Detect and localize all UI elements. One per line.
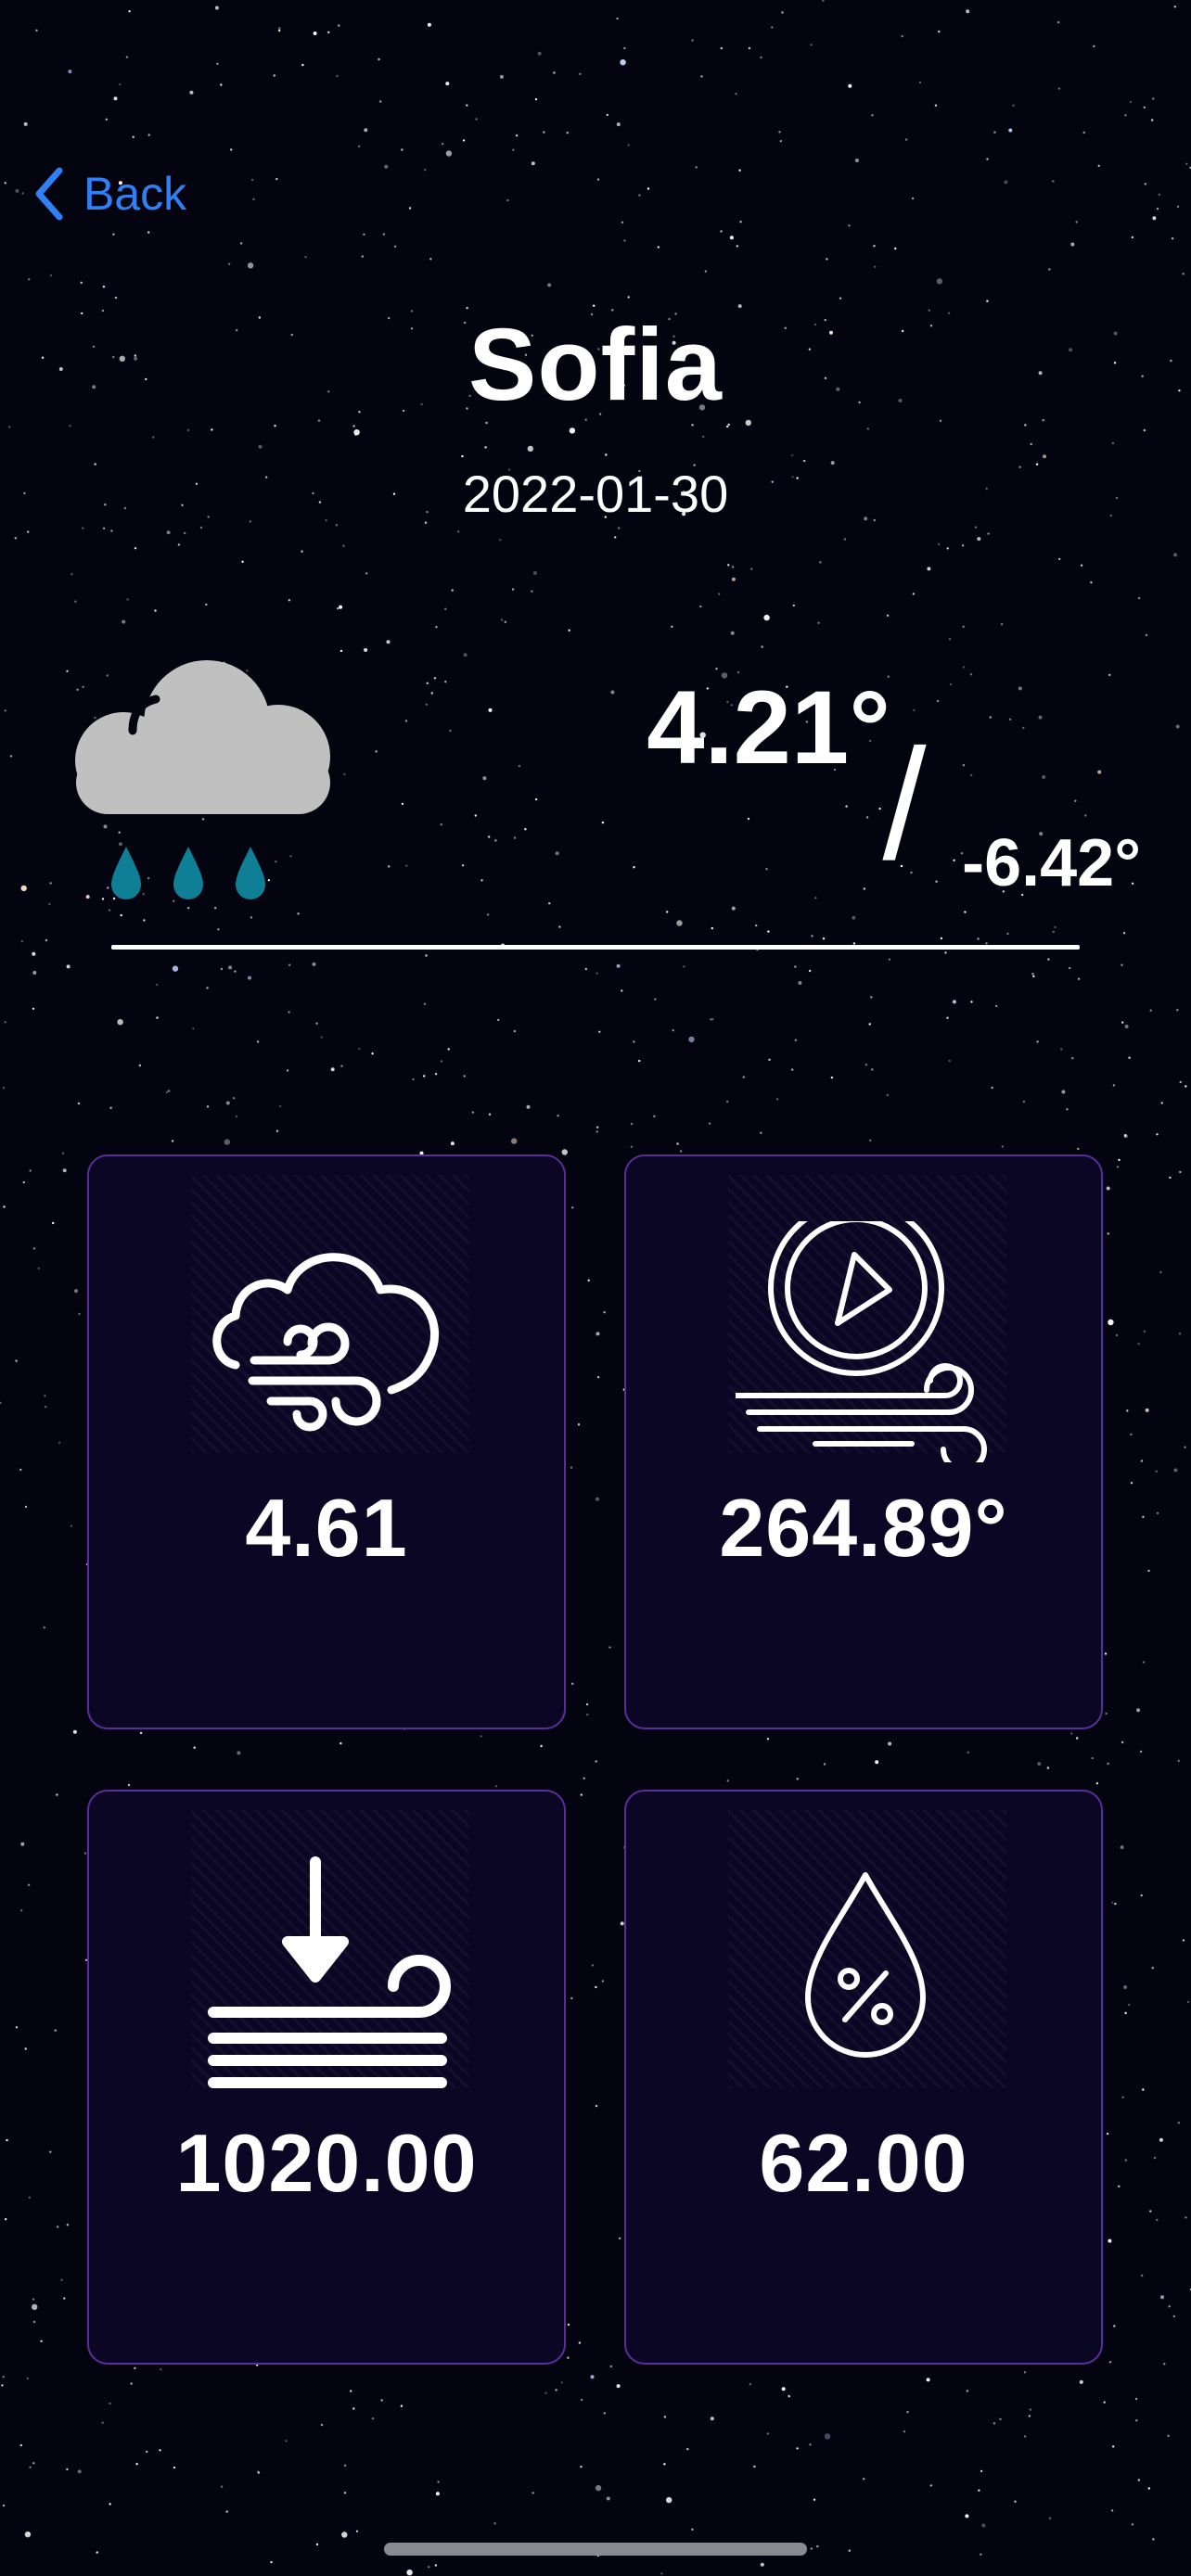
pressure-value: 1020.00: [175, 2117, 478, 2209]
humidity-card: 62.00: [624, 1790, 1103, 2365]
back-button[interactable]: Back: [32, 163, 186, 224]
wind-direction-card: 264.89°: [624, 1154, 1103, 1729]
wind-direction-compass-icon: [736, 1221, 987, 1462]
wind-speed-value: 4.61: [245, 1482, 408, 1574]
pressure-icon: [208, 1856, 451, 2088]
divider: [111, 945, 1080, 950]
rain-cloud-icon: [75, 660, 330, 899]
forecast-date: 2022-01-30: [462, 465, 729, 523]
wind-cloud-icon: [212, 1253, 439, 1432]
wind-direction-value: 264.89°: [719, 1482, 1008, 1574]
home-indicator: [384, 2543, 807, 2556]
humidity-value: 62.00: [759, 2117, 968, 2209]
back-label: Back: [83, 168, 187, 220]
humidity-drop-icon: [805, 1872, 926, 2058]
chevron-left-icon: [35, 167, 63, 221]
temperature-min: -6.42°: [962, 826, 1141, 900]
city-title: Sofia: [468, 308, 723, 422]
wind-speed-card: 4.61: [87, 1154, 566, 1729]
temperature-max: 4.21°: [647, 670, 890, 785]
pressure-card: 1020.00: [87, 1790, 566, 2365]
